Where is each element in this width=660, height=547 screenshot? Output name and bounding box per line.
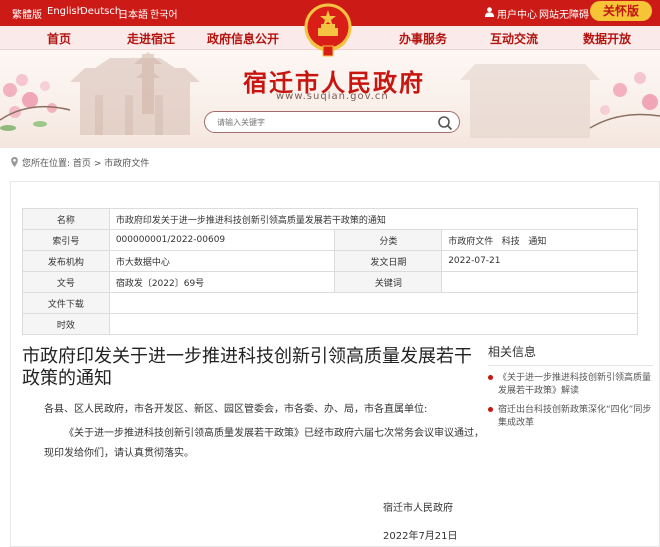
document-info-table: 名称 市政府印发关于进一步推进科技创新引领高质量发展若干政策的通知 索引号 00… — [22, 208, 639, 335]
related-item[interactable]: 宿迁出台科技创新政策深化“四化”同步集成改革 — [488, 404, 653, 430]
search-box — [204, 111, 460, 133]
article-salutation: 各县、区人民政府，市各开发区、新区、园区管委会，市各委、办、局，市各直属单位: — [44, 404, 428, 415]
table-row: 时效 — [22, 313, 639, 335]
breadcrumb-label: 您所在位置: — [22, 159, 71, 169]
date-label: 发文日期 — [334, 250, 443, 272]
keywords-label: 关键词 — [334, 271, 443, 293]
related-info: 相关信息 《关于进一步推进科技创新引领高质量发展若干政策》解读 宿迁出台科技创新… — [488, 343, 653, 430]
lang-korean-link[interactable]: 한국어 — [150, 6, 178, 21]
docno-value: 宿政发〔2022〕69号 — [108, 271, 336, 293]
breadcrumb-current[interactable]: 市政府文件 — [104, 159, 149, 169]
bullet-icon — [488, 407, 493, 412]
search-icon[interactable] — [437, 115, 453, 131]
care-mode-button[interactable]: 关怀版 — [590, 1, 652, 21]
breadcrumb-home[interactable]: 首页 — [73, 159, 91, 169]
breadcrumb: 您所在位置: 首页 > 市政府文件 — [10, 156, 149, 169]
article-date: 2022年7月21日 — [383, 531, 458, 542]
related-item-link[interactable]: 《关于进一步推进科技创新引领高质量发展若干政策》解读 — [498, 373, 651, 396]
validity-label: 时效 — [22, 313, 110, 335]
date-value: 2022-07-21 — [441, 250, 638, 272]
table-row: 文号 宿政发〔2022〕69号 关键词 — [22, 271, 638, 293]
national-emblem-icon — [304, 3, 352, 57]
article-signature: 宿迁市人民政府 — [383, 503, 453, 514]
bullet-icon — [488, 375, 493, 380]
org-value: 市大数据中心 — [108, 250, 336, 272]
lang-deutsch-link[interactable]: Deutsch — [80, 6, 121, 17]
lang-english-link[interactable]: English — [47, 6, 83, 17]
table-row: 索引号 000000001/2022-00609 分类 市政府文件 科技 通知 — [22, 229, 638, 251]
nav-open-data[interactable]: 数据开放 — [583, 30, 631, 47]
org-label: 发布机构 — [22, 250, 110, 272]
site-url: www.suqian.gov.cn — [276, 91, 389, 102]
location-icon — [11, 157, 18, 167]
nav-interaction[interactable]: 互动交流 — [490, 30, 538, 47]
download-label: 文件下载 — [22, 292, 110, 314]
table-row: 发布机构 市大数据中心 发文日期 2022-07-21 — [22, 250, 638, 272]
table-row: 名称 市政府印发关于进一步推进科技创新引领高质量发展若干政策的通知 — [22, 208, 639, 230]
nav-services[interactable]: 办事服务 — [399, 30, 447, 47]
index-label: 索引号 — [22, 229, 110, 251]
lang-traditional-link[interactable]: 繁體版 — [12, 6, 42, 21]
name-label: 名称 — [22, 208, 110, 230]
search-input[interactable] — [217, 116, 427, 129]
category-value: 市政府文件 科技 通知 — [441, 229, 638, 251]
article-title: 市政府印发关于进一步推进科技创新引领高质量发展若干政策的通知 — [22, 346, 472, 389]
related-item[interactable]: 《关于进一步推进科技创新引领高质量发展若干政策》解读 — [488, 372, 653, 398]
keywords-value — [441, 271, 638, 293]
name-value: 市政府印发关于进一步推进科技创新引领高质量发展若干政策的通知 — [108, 208, 639, 230]
table-row: 文件下载 — [22, 292, 639, 314]
nav-home[interactable]: 首页 — [47, 30, 71, 47]
category-label: 分类 — [334, 229, 443, 251]
lang-japanese-link[interactable]: 日本語 — [118, 6, 148, 21]
nav-gov-info[interactable]: 政府信息公开 — [207, 30, 279, 47]
related-item-link[interactable]: 宿迁出台科技创新政策深化“四化”同步集成改革 — [498, 405, 651, 428]
user-icon — [484, 7, 495, 17]
user-center-link[interactable]: 用户中心 — [497, 6, 537, 21]
breadcrumb-separator: > — [93, 159, 102, 169]
index-value: 000000001/2022-00609 — [108, 229, 336, 251]
related-title: 相关信息 — [488, 343, 653, 366]
nav-about-suqian[interactable]: 走进宿迁 — [127, 30, 175, 47]
accessibility-link[interactable]: 网站无障碍 — [539, 6, 589, 21]
validity-value — [108, 313, 639, 335]
article-body: 《关于进一步推进科技创新引领高质量发展若干政策》已经市政府六届七次常务会议审议通… — [44, 428, 484, 459]
download-value[interactable] — [108, 292, 639, 314]
docno-label: 文号 — [22, 271, 110, 293]
